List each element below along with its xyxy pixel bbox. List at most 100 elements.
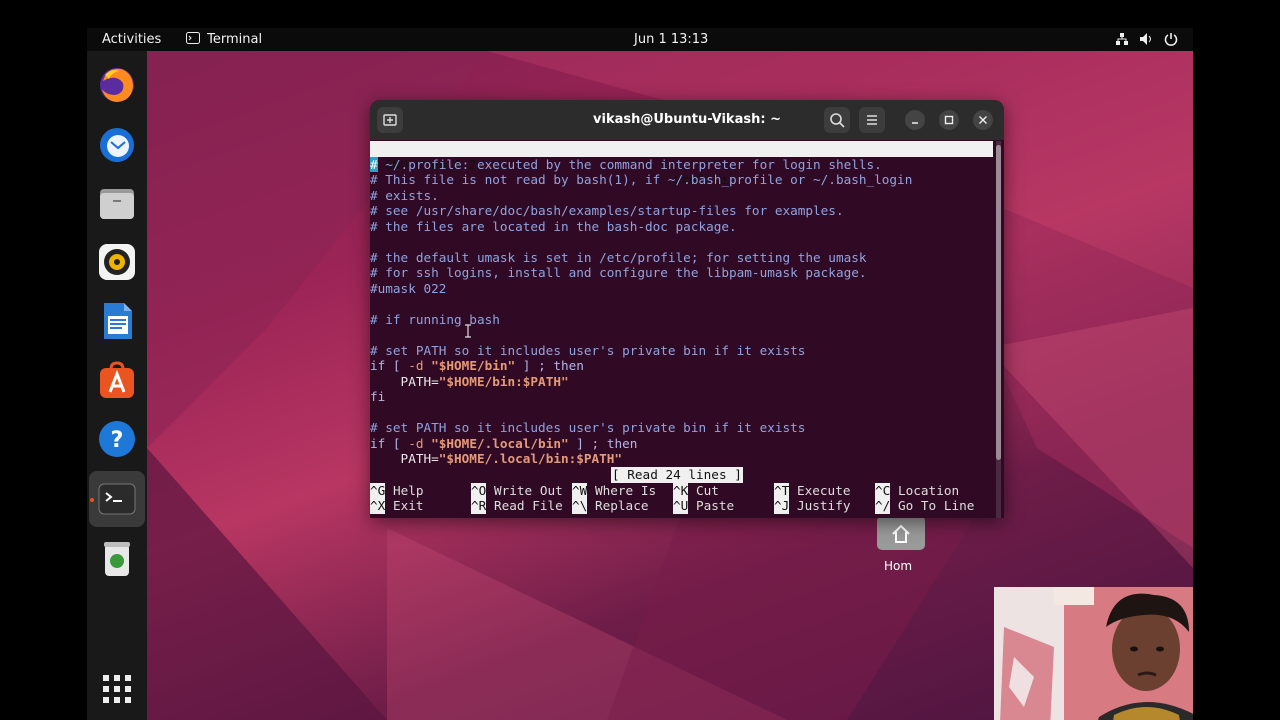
- nano-editor[interactable]: GNU nano 6.2 .profile # ~/.profile: exec…: [370, 141, 994, 518]
- string: "$HOME/.local/bin": [423, 435, 569, 451]
- show-apps-icon[interactable]: [97, 669, 137, 709]
- shortcut-label[interactable]: Paste: [696, 498, 734, 514]
- keyword: ] ; then: [515, 358, 584, 373]
- network-icon[interactable]: [1115, 32, 1129, 46]
- nano-status: [ Read 24 lines ]: [611, 467, 743, 483]
- webcam-person-image: [994, 587, 1193, 720]
- volume-icon[interactable]: [1139, 32, 1154, 46]
- scrollbar[interactable]: [996, 141, 1001, 518]
- shortcut-label[interactable]: Where Is: [595, 483, 656, 499]
- mouse-ibeam-icon: [465, 324, 471, 338]
- scrollbar-thumb[interactable]: [996, 145, 1001, 460]
- libreoffice-writer-icon[interactable]: [97, 301, 137, 341]
- app-menu[interactable]: Terminal: [186, 32, 262, 47]
- house-icon: [892, 524, 910, 543]
- nano-header: GNU nano 6.2 .profile: [370, 141, 993, 187]
- home-folder-label: Hom: [884, 559, 913, 573]
- shortcut-label[interactable]: Replace: [595, 498, 648, 514]
- shortcut-key: ^\: [572, 498, 588, 514]
- search-button[interactable]: [824, 107, 850, 133]
- maximize-icon: [944, 115, 954, 125]
- trash-icon[interactable]: [97, 538, 137, 578]
- shortcut-label[interactable]: Go To Line: [898, 498, 974, 514]
- activities-button[interactable]: Activities: [102, 32, 161, 47]
- shortcut-label[interactable]: Execute: [797, 483, 850, 499]
- flag: -d: [408, 358, 424, 373]
- terminal-icon[interactable]: [97, 479, 137, 519]
- file-line: # if running bash: [370, 311, 500, 327]
- terminal-window: vikash@Ubuntu-Vikash: ~ GNU nano 6.2 .pr…: [370, 100, 1004, 518]
- terminal-small-icon: [186, 32, 200, 44]
- running-indicator: [90, 498, 94, 502]
- string: "$HOME/.local/bin:$PATH": [438, 451, 623, 466]
- close-icon: [979, 116, 987, 124]
- title-bar[interactable]: vikash@Ubuntu-Vikash: ~: [370, 100, 1004, 140]
- file-line: # the default umask is set in /etc/profi…: [370, 249, 867, 265]
- search-icon: [830, 113, 845, 128]
- close-button[interactable]: [973, 110, 993, 130]
- help-icon[interactable]: ?: [97, 419, 137, 459]
- keyword: ] ; then: [568, 435, 638, 451]
- file-line: # for ssh logins, install and configure …: [370, 265, 867, 280]
- top-bar: Activities Terminal Jun 1 13:13: [87, 28, 1193, 51]
- shortcut-key: ^J: [774, 498, 790, 514]
- flag: -d: [408, 435, 424, 451]
- file-line: # see /usr/share/doc/bash/examples/start…: [370, 203, 844, 218]
- shortcut-label[interactable]: Read File: [494, 498, 563, 514]
- svg-text:?: ?: [111, 428, 124, 453]
- assignment: PATH=: [370, 373, 439, 389]
- clock[interactable]: Jun 1 13:13: [634, 32, 708, 47]
- shortcut-label[interactable]: Exit: [393, 498, 424, 514]
- desktop: Activities Terminal Jun 1 13:13 ? Hom vi…: [87, 28, 1193, 720]
- app-center-icon[interactable]: [97, 360, 137, 400]
- string: "$HOME/bin:$PATH": [438, 373, 569, 389]
- dock: ?: [87, 51, 147, 720]
- shortcut-label[interactable]: Write Out: [494, 483, 563, 499]
- shortcut-label[interactable]: Cut: [696, 483, 719, 499]
- shortcut-key: ^U: [673, 498, 689, 514]
- shortcut-row-1: ^G Help ^O Write Out ^W Where Is ^K Cut ^T Execut…: [370, 482, 990, 499]
- shortcut-key: ^K: [673, 482, 689, 498]
- rhythmbox-icon[interactable]: [97, 242, 137, 282]
- file-line: # set PATH so it includes user's private…: [370, 342, 806, 358]
- minimize-button[interactable]: [905, 110, 925, 130]
- string: "$HOME/bin": [423, 358, 516, 373]
- shortcut-key: ^T: [774, 482, 790, 498]
- file-line: #umask 022: [370, 280, 447, 296]
- file-line: PATH="$HOME/bin:$PATH": [370, 374, 569, 390]
- file-line: if [ -d "$HOME/bin" ] ; then: [370, 358, 584, 374]
- line-text: ~/.profile: executed by the command inte…: [377, 156, 882, 172]
- files-icon[interactable]: [97, 183, 137, 223]
- file-line: # ~/.profile: executed by the command in…: [370, 156, 882, 173]
- file-line: fi: [370, 389, 386, 404]
- menu-button[interactable]: [859, 107, 885, 133]
- shortcut-label[interactable]: Justify: [797, 498, 850, 514]
- webcam-overlay: [994, 587, 1193, 720]
- file-line: # exists.: [370, 187, 439, 203]
- firefox-icon[interactable]: [97, 65, 137, 105]
- keyword: if [: [370, 435, 409, 451]
- keyword: if [: [370, 358, 409, 373]
- shortcut-row-2: ^X Exit ^R Read File ^\ Replace ^U Paste ^J Justi…: [370, 498, 990, 514]
- shortcut-key: ^W: [572, 482, 588, 498]
- app-menu-label: Terminal: [207, 32, 263, 47]
- file-line: # set PATH so it includes user's private…: [370, 420, 806, 435]
- shortcut-label[interactable]: Help: [393, 483, 424, 499]
- file-line: # the files are located in the bash-doc …: [370, 218, 737, 234]
- text-cursor: #: [370, 156, 378, 172]
- shortcut-key: ^/: [875, 498, 891, 514]
- shortcut-key: ^C: [875, 482, 891, 498]
- shortcut-key: ^G: [370, 482, 386, 498]
- shortcut-key: ^O: [471, 482, 487, 498]
- file-line: if [ -d "$HOME/.local/bin" ] ; then: [370, 436, 637, 452]
- home-folder-icon[interactable]: [877, 516, 925, 550]
- assignment: PATH=: [370, 451, 439, 466]
- shortcut-label[interactable]: Location: [898, 483, 959, 499]
- thunderbird-icon[interactable]: [97, 124, 137, 164]
- maximize-button[interactable]: [939, 110, 959, 130]
- file-line: PATH="$HOME/.local/bin:$PATH": [370, 451, 623, 467]
- shortcut-key: ^R: [471, 498, 487, 514]
- file-line: # This file is not read by bash(1), if ~…: [370, 172, 913, 187]
- shortcut-key: ^X: [370, 498, 386, 514]
- power-icon[interactable]: [1164, 32, 1178, 46]
